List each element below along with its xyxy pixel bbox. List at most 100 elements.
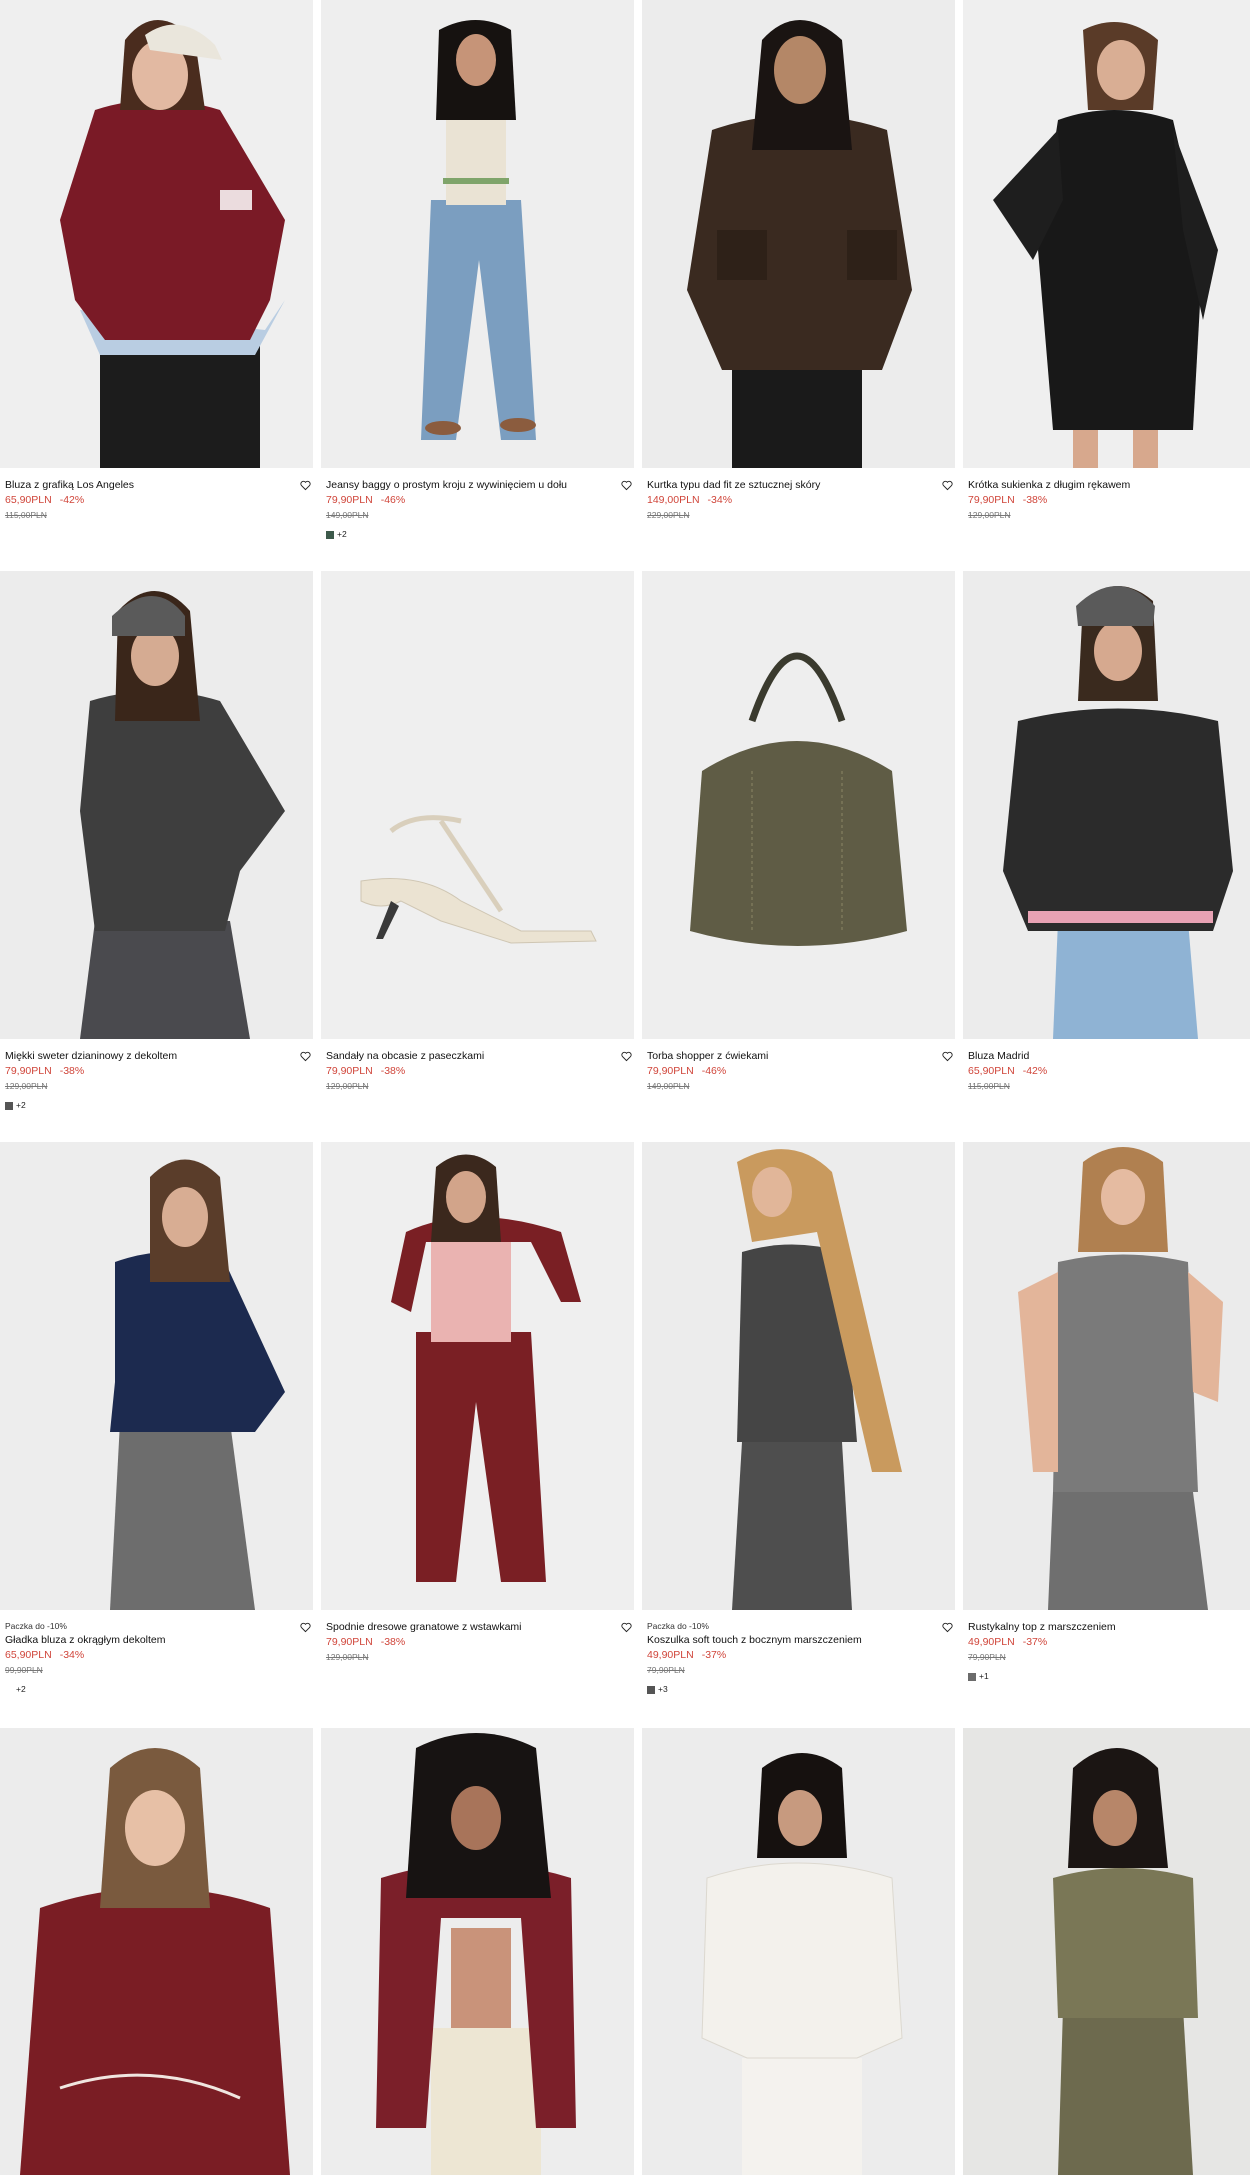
color-swatch[interactable] — [326, 530, 334, 539]
product-card[interactable]: Miękki sweter dzianinowy z dekoltem 79,9… — [0, 571, 313, 1113]
wishlist-heart-icon[interactable] — [297, 1048, 313, 1064]
product-card[interactable]: Krótka sukienka z długim rękawem 79,90PL… — [963, 0, 1250, 522]
color-swatches[interactable]: +2 — [326, 527, 629, 542]
product-name[interactable]: Jeansy baggy o prostym kroju z wywinięci… — [326, 478, 606, 493]
product-image[interactable] — [963, 571, 1250, 1039]
product-name[interactable]: Rustykalny top z marszczeniem — [968, 1620, 1248, 1635]
product-name[interactable]: Krótka sukienka z długim rękawem — [968, 478, 1248, 493]
product-card[interactable]: Jeansy baggy o prostym kroju z wywinięci… — [321, 0, 634, 542]
old-price: 229,00PLN — [647, 510, 690, 520]
product-card[interactable] — [963, 1728, 1250, 2175]
sale-price: 65,90PLN — [5, 494, 52, 506]
sale-price: 79,90PLN — [326, 494, 373, 506]
product-image[interactable] — [642, 0, 955, 468]
sale-price: 79,90PLN — [968, 494, 1015, 506]
product-name[interactable]: Bluza Madrid — [968, 1049, 1248, 1064]
color-swatches[interactable]: +2 — [5, 1682, 308, 1697]
wishlist-heart-icon[interactable] — [939, 1048, 955, 1064]
product-image[interactable] — [0, 1728, 313, 2175]
product-name[interactable]: Kurtka typu dad fit ze sztucznej skóry — [647, 478, 927, 493]
old-price: 79,90PLN — [968, 1652, 1006, 1662]
old-price: 79,90PLN — [647, 1665, 685, 1675]
product-card[interactable]: Spodnie dresowe granatowe z wstawkami 79… — [321, 1142, 634, 1664]
product-image[interactable] — [963, 0, 1250, 468]
product-image[interactable] — [963, 1142, 1250, 1610]
old-price: 129,00PLN — [5, 1081, 48, 1091]
price-row: 49,90PLN -37% — [968, 1635, 1250, 1650]
more-colors-count[interactable]: +1 — [979, 1669, 989, 1684]
more-colors-count[interactable]: +2 — [16, 1682, 26, 1697]
product-name[interactable]: Gładka bluza z okrągłym dekoltem — [5, 1633, 285, 1648]
color-swatches[interactable]: +3 — [647, 1682, 950, 1697]
product-image[interactable] — [321, 1728, 634, 2175]
discount-badge: -37% — [1022, 1636, 1048, 1648]
discount-badge: -34% — [59, 1649, 85, 1661]
price-row: 79,90PLN -38% — [326, 1064, 629, 1079]
product-card[interactable]: Bluza Madrid 65,90PLN -42% 115,00PLN — [963, 571, 1250, 1093]
product-card[interactable]: Sandały na obcasie z paseczkami 79,90PLN… — [321, 571, 634, 1093]
product-name[interactable]: Torba shopper z ćwiekami — [647, 1049, 927, 1064]
discount-badge: -42% — [1022, 1065, 1048, 1077]
product-image[interactable] — [0, 571, 313, 1039]
product-card[interactable]: Rustykalny top z marszczeniem 49,90PLN -3… — [963, 1142, 1250, 1684]
product-card[interactable]: Paczka do -10% Koszulka soft touch z boc… — [642, 1142, 955, 1697]
wishlist-heart-icon[interactable] — [618, 477, 634, 493]
price-row: 65,90PLN -42% — [968, 1064, 1250, 1079]
old-price: 129,00PLN — [326, 1652, 369, 1662]
product-name[interactable]: Miękki sweter dzianinowy z dekoltem — [5, 1049, 285, 1064]
price-row: 49,90PLN -37% — [647, 1648, 950, 1663]
product-name[interactable]: Bluza z grafiką Los Angeles — [5, 478, 285, 493]
sale-price: 65,90PLN — [968, 1065, 1015, 1077]
price-row: 79,90PLN -38% — [5, 1064, 308, 1079]
old-price: 115,00PLN — [5, 510, 47, 520]
product-card[interactable] — [642, 1728, 955, 2175]
color-swatch[interactable] — [5, 1101, 13, 1110]
more-colors-count[interactable]: +2 — [16, 1098, 26, 1113]
product-image[interactable] — [642, 1142, 955, 1610]
product-card[interactable] — [321, 1728, 634, 2175]
product-name[interactable]: Sandały na obcasie z paseczkami — [326, 1049, 606, 1064]
product-image[interactable] — [0, 0, 313, 468]
product-image[interactable] — [321, 1142, 634, 1610]
discount-badge: -38% — [380, 1636, 406, 1648]
price-row: 79,90PLN -38% — [326, 1635, 629, 1650]
wishlist-heart-icon[interactable] — [297, 1619, 313, 1635]
product-image[interactable] — [0, 1142, 313, 1610]
sale-price: 149,00PLN — [647, 494, 700, 506]
wishlist-heart-icon[interactable] — [939, 1619, 955, 1635]
more-colors-count[interactable]: +2 — [337, 527, 347, 542]
color-swatches[interactable]: +1 — [968, 1669, 1250, 1684]
product-name[interactable]: Koszulka soft touch z bocznym marszczeni… — [647, 1633, 927, 1648]
product-image[interactable] — [321, 0, 634, 468]
price-row: 149,00PLN -34% — [647, 493, 950, 508]
product-card[interactable]: Torba shopper z ćwiekami 79,90PLN -46% 14… — [642, 571, 955, 1093]
product-name[interactable]: Spodnie dresowe granatowe z wstawkami — [326, 1620, 606, 1635]
product-card[interactable]: Kurtka typu dad fit ze sztucznej skóry 1… — [642, 0, 955, 522]
discount-badge: -46% — [380, 494, 406, 506]
wishlist-heart-icon[interactable] — [297, 477, 313, 493]
promo-tag: Paczka do -10% — [5, 1621, 67, 1631]
product-card[interactable] — [0, 1728, 313, 2175]
product-image[interactable] — [963, 1728, 1250, 2175]
promo-tag: Paczka do -10% — [647, 1621, 709, 1631]
old-price: 99,90PLN — [5, 1665, 43, 1675]
price-row: 79,90PLN -46% — [326, 493, 629, 508]
product-card[interactable]: Bluza z grafiką Los Angeles 65,90PLN -42%… — [0, 0, 313, 522]
product-image[interactable] — [642, 1728, 955, 2175]
wishlist-heart-icon[interactable] — [939, 477, 955, 493]
color-swatch[interactable] — [968, 1672, 976, 1681]
sale-price: 49,90PLN — [968, 1636, 1015, 1648]
wishlist-heart-icon[interactable] — [618, 1619, 634, 1635]
product-card[interactable]: Paczka do -10% Gładka bluza z okrągłym d… — [0, 1142, 313, 1697]
price-row: 79,90PLN -46% — [647, 1064, 950, 1079]
sale-price: 79,90PLN — [326, 1065, 373, 1077]
wishlist-heart-icon[interactable] — [618, 1048, 634, 1064]
more-colors-count[interactable]: +3 — [658, 1682, 668, 1697]
price-row: 65,90PLN -34% — [5, 1648, 308, 1663]
color-swatches[interactable]: +2 — [5, 1098, 308, 1113]
product-image[interactable] — [321, 571, 634, 1039]
product-image[interactable] — [642, 571, 955, 1039]
old-price: 115,00PLN — [968, 1081, 1010, 1091]
discount-badge: -38% — [380, 1065, 406, 1077]
color-swatch[interactable] — [647, 1685, 655, 1694]
